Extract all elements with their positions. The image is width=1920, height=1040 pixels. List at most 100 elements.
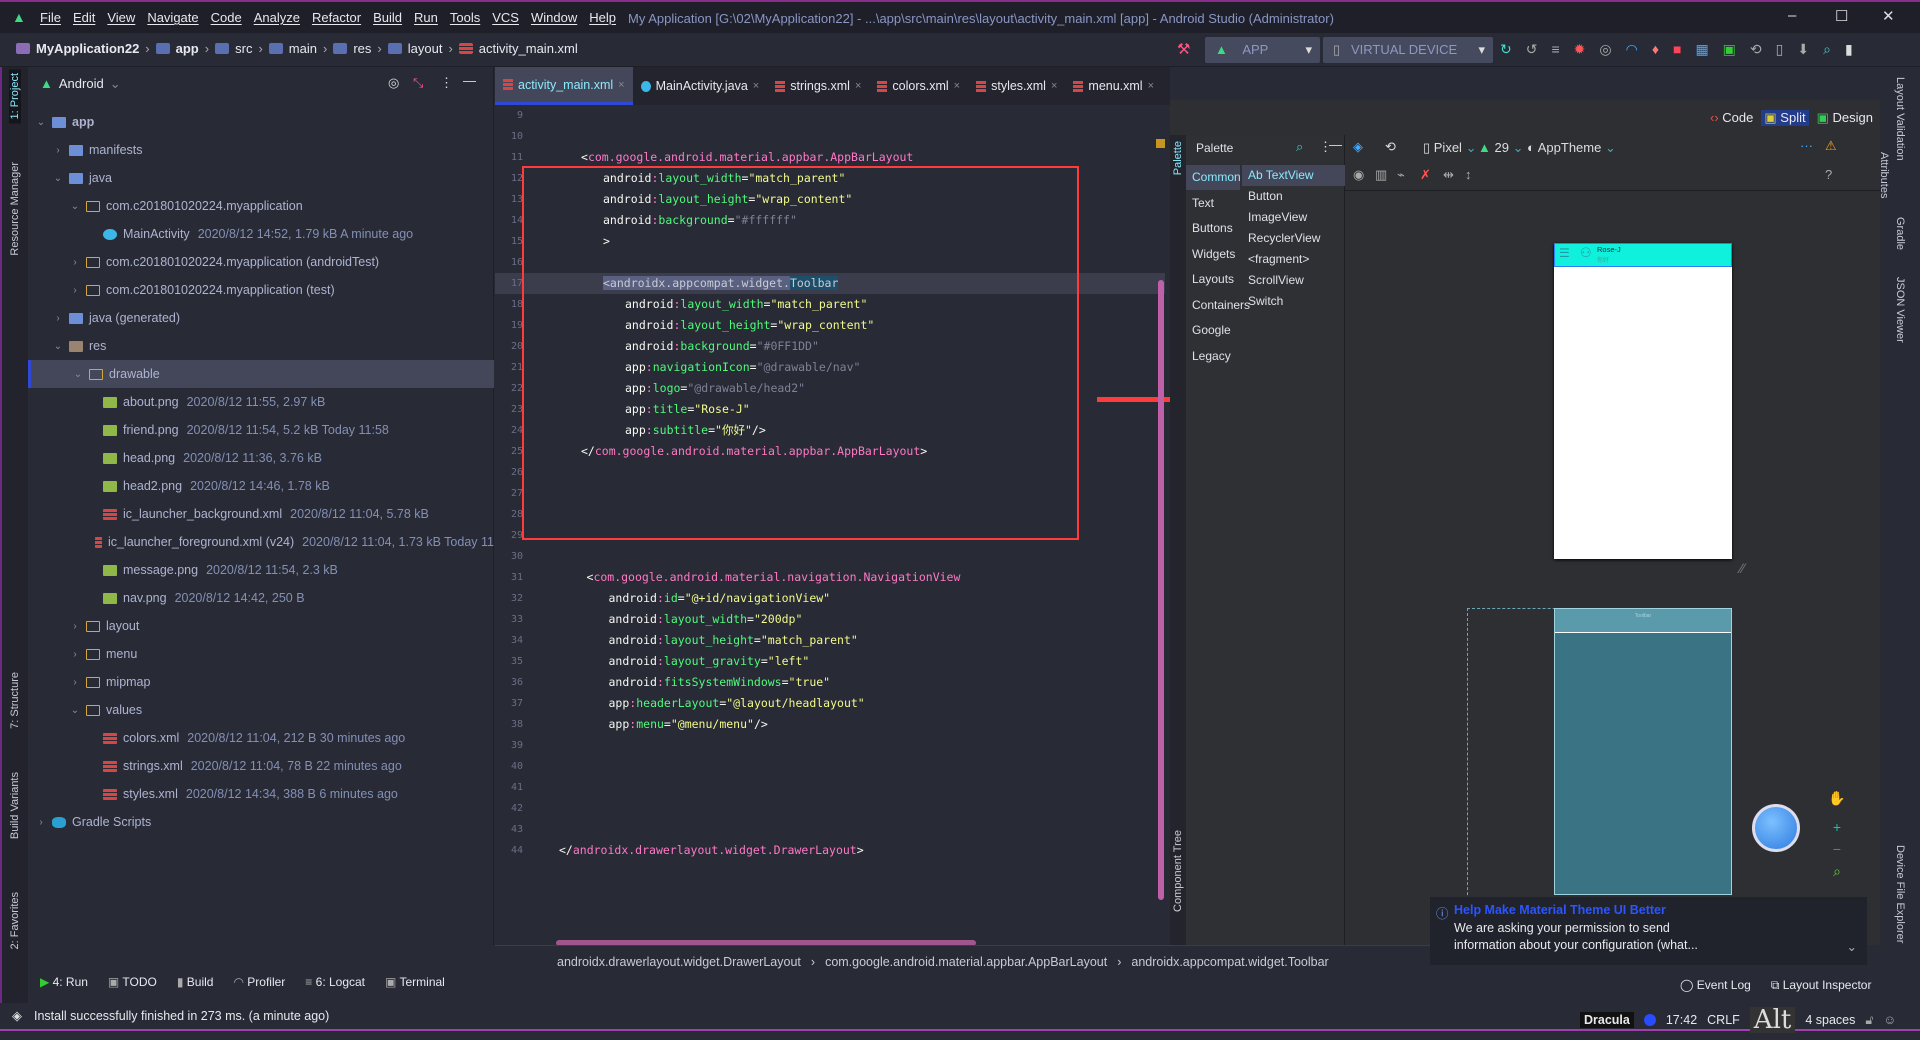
floating-assistant-icon[interactable] bbox=[1752, 804, 1800, 852]
expand-chevron-icon[interactable]: ⌄ bbox=[1847, 939, 1857, 954]
sdk-manager-icon[interactable]: ⬇ bbox=[1797, 41, 1809, 58]
code-line[interactable]: 31 <com.google.android.material.navigatio… bbox=[495, 567, 1165, 588]
device-select[interactable]: ▯ VIRTUAL DEVICE ▾ bbox=[1323, 37, 1493, 63]
tree-item[interactable]: message.png 2020/8/12 11:54, 2.3 kB bbox=[28, 556, 494, 584]
breadcrumb-item[interactable]: MyApplication22 bbox=[36, 41, 139, 56]
device-file-explorer-tool-tab[interactable]: Device File Explorer bbox=[1894, 845, 1906, 943]
search-icon[interactable]: ⌕ bbox=[1823, 41, 1831, 58]
tree-item[interactable]: › java (generated) bbox=[28, 304, 494, 332]
cursor-position[interactable]: 17:42 bbox=[1666, 1013, 1697, 1027]
align-icon[interactable]: ↕ bbox=[1465, 167, 1472, 182]
code-line[interactable]: 43 bbox=[495, 819, 1165, 840]
minimize-button[interactable]: – bbox=[1788, 7, 1796, 24]
favorites-tool-tab[interactable]: 2: Favorites bbox=[9, 892, 21, 949]
apply-code-changes-icon[interactable]: ↺ bbox=[1526, 41, 1538, 58]
tree-item[interactable]: ic_launcher_foreground.xml (v24) 2020/8/1… bbox=[28, 528, 494, 556]
project-tool-tab[interactable]: 1: Project bbox=[9, 69, 21, 124]
tree-item[interactable]: › menu bbox=[28, 640, 494, 668]
hammer-build-icon[interactable]: ⚒ bbox=[1177, 40, 1190, 58]
tree-item[interactable]: › manifests bbox=[28, 136, 494, 164]
tree-item[interactable]: ⌄ values bbox=[28, 696, 494, 724]
palette-tool-tab[interactable]: Palette bbox=[1172, 141, 1184, 175]
code-line[interactable]: 30 bbox=[495, 546, 1165, 567]
tree-item[interactable]: styles.xml 2020/8/12 14:34, 388 B 6 minut… bbox=[28, 780, 494, 808]
more-icon[interactable]: ··· bbox=[1800, 138, 1813, 153]
close-window-button[interactable]: ✕ bbox=[1882, 7, 1895, 25]
code-line[interactable]: 9 bbox=[495, 105, 1165, 126]
palette-search-icon[interactable]: ⌕ bbox=[1296, 139, 1303, 155]
theme-indicator[interactable]: Dracula bbox=[1580, 1012, 1634, 1028]
chevron-right-icon[interactable]: › bbox=[51, 313, 65, 324]
design-blueprint-icon[interactable]: ◈ bbox=[1353, 139, 1363, 155]
tree-item[interactable]: › layout bbox=[28, 612, 494, 640]
tree-item[interactable]: ⌄ java bbox=[28, 164, 494, 192]
code-line[interactable]: 35 android:layout_gravity="left" bbox=[495, 651, 1165, 672]
zoom-fit-icon[interactable]: ⌕ bbox=[1826, 863, 1848, 880]
tree-item[interactable]: ⌄ app bbox=[28, 108, 494, 136]
gradle-sync-icon[interactable]: ⟲ bbox=[1750, 41, 1762, 58]
breadcrumb-item[interactable]: src bbox=[235, 41, 252, 56]
palette-category-buttons[interactable]: Buttons bbox=[1186, 216, 1240, 241]
breadcrumb-item[interactable]: app bbox=[176, 41, 199, 56]
tree-item[interactable]: head2.png 2020/8/12 14:46, 1.78 kB bbox=[28, 472, 494, 500]
editor-breadcrumb-item[interactable]: androidx.appcompat.widget.Toolbar bbox=[1131, 955, 1328, 969]
breadcrumb-item[interactable]: main bbox=[289, 41, 317, 56]
user-avatar-icon[interactable]: ▮ bbox=[1845, 41, 1853, 58]
palette-category-common[interactable]: Common bbox=[1186, 165, 1241, 190]
chevron-down-icon[interactable]: ⌄ bbox=[51, 173, 65, 184]
palette-item[interactable]: Ab TextView bbox=[1242, 165, 1345, 186]
menu-tools[interactable]: Tools bbox=[450, 10, 480, 25]
chevron-right-icon[interactable]: › bbox=[68, 621, 82, 632]
orientation-icon[interactable]: ⟲ bbox=[1385, 139, 1396, 155]
palette-hide-icon[interactable]: — bbox=[1329, 137, 1342, 152]
palette-category-text[interactable]: Text bbox=[1186, 191, 1240, 216]
code-line[interactable]: 11 <com.google.android.material.appbar.Ap… bbox=[495, 147, 1165, 168]
gradle-tool-tab[interactable]: Gradle bbox=[1894, 217, 1906, 250]
palette-item[interactable]: ScrollView bbox=[1242, 270, 1345, 291]
collapse-all-icon[interactable]: ⤡ bbox=[413, 75, 423, 91]
menu-analyze[interactable]: Analyze bbox=[254, 10, 300, 25]
build-variants-tool-tab[interactable]: Build Variants bbox=[9, 772, 21, 839]
palette-category-legacy[interactable]: Legacy bbox=[1186, 344, 1240, 369]
menu-file[interactable]: File bbox=[40, 10, 61, 25]
menu-build[interactable]: Build bbox=[373, 10, 402, 25]
palette-item[interactable]: ImageView bbox=[1242, 207, 1345, 228]
clear-constraints-icon[interactable]: ✗ bbox=[1420, 167, 1431, 183]
autoconnect-icon[interactable]: ⌁ bbox=[1397, 167, 1405, 183]
close-tab-icon[interactable]: × bbox=[1051, 80, 1057, 92]
close-tab-icon[interactable]: × bbox=[1148, 80, 1154, 92]
menu-code[interactable]: Code bbox=[211, 10, 242, 25]
close-tab-icon[interactable]: × bbox=[618, 79, 624, 91]
layout-inspector-button[interactable]: ⧉ Layout Inspector bbox=[1771, 978, 1872, 993]
tree-item[interactable]: head.png 2020/8/12 11:36, 3.76 kB bbox=[28, 444, 494, 472]
tree-item[interactable]: ⌄ com.c201801020224.myapplication bbox=[28, 192, 494, 220]
code-line[interactable]: 34 android:layout_height="match_parent" bbox=[495, 630, 1165, 651]
lock-icon[interactable]: 🔓︎ bbox=[1865, 1013, 1873, 1028]
structure-tool-tab[interactable]: 7: Structure bbox=[9, 672, 21, 729]
notification-title[interactable]: Help Make Material Theme UI Better bbox=[1454, 903, 1867, 917]
zoom-out-icon[interactable]: − bbox=[1826, 841, 1848, 857]
tree-item[interactable]: MainActivity 2020/8/12 14:52, 1.79 kB A m… bbox=[28, 220, 494, 248]
pan-hand-icon[interactable]: ✋ bbox=[1826, 790, 1848, 807]
tab-colors-xml[interactable]: colors.xml × bbox=[869, 67, 968, 105]
maximize-button[interactable]: ☐ bbox=[1835, 7, 1848, 25]
menu-run[interactable]: Run bbox=[414, 10, 438, 25]
chevron-right-icon[interactable]: › bbox=[68, 285, 82, 296]
palette-item[interactable]: <fragment> bbox=[1242, 249, 1345, 270]
design-mode-button[interactable]: ▣ Design bbox=[1817, 110, 1873, 126]
tab-styles-xml[interactable]: styles.xml × bbox=[968, 67, 1065, 105]
breadcrumb-item[interactable]: layout bbox=[408, 41, 443, 56]
tab-menu-xml[interactable]: menu.xml × bbox=[1065, 67, 1162, 105]
notification-popup[interactable]: ⓘ Help Make Material Theme UI Better We … bbox=[1430, 897, 1867, 965]
tree-item[interactable]: › mipmap bbox=[28, 668, 494, 696]
tree-item[interactable]: ⌄ res bbox=[28, 332, 494, 360]
chevron-down-icon[interactable]: ⌄ bbox=[68, 201, 82, 212]
tree-item[interactable]: › com.c201801020224.myapplication (androi… bbox=[28, 248, 494, 276]
stop-icon[interactable]: ■ bbox=[1673, 41, 1681, 58]
code-line[interactable]: 38 app:menu="@menu/menu"/> bbox=[495, 714, 1165, 735]
chevron-right-icon[interactable]: › bbox=[34, 817, 48, 828]
line-separator[interactable]: CRLF bbox=[1707, 1013, 1740, 1027]
warning-icon[interactable]: ⚠ bbox=[1825, 138, 1837, 154]
palette-item[interactable]: Button bbox=[1242, 186, 1345, 207]
hide-panel-icon[interactable]: — bbox=[463, 73, 476, 88]
